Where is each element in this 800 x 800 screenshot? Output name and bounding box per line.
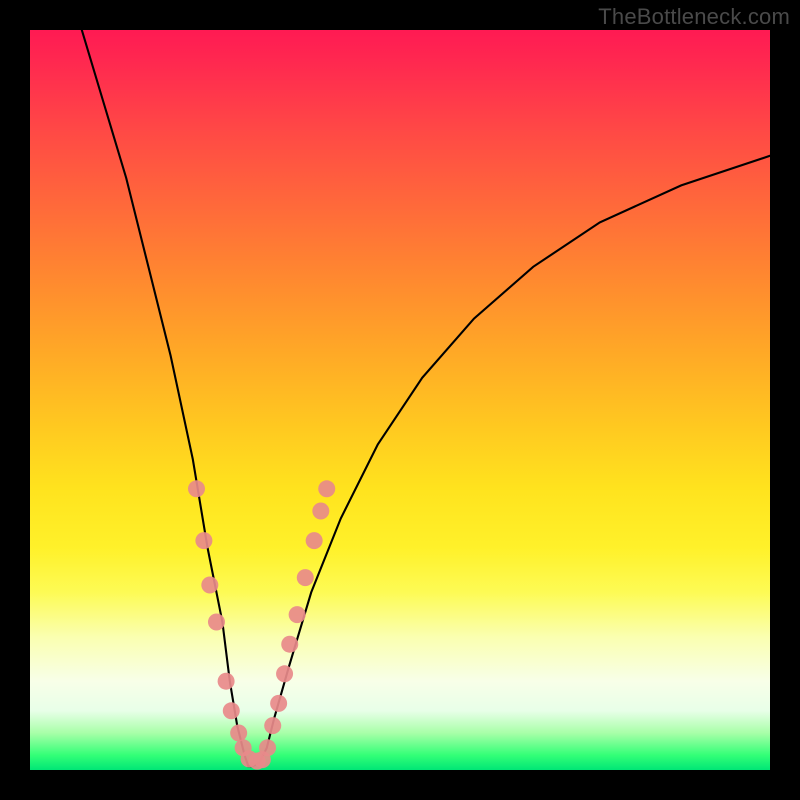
plot-area bbox=[30, 30, 770, 770]
data-point bbox=[312, 503, 329, 520]
data-point bbox=[195, 532, 212, 549]
data-point bbox=[270, 695, 287, 712]
data-point bbox=[218, 673, 235, 690]
data-point bbox=[264, 717, 281, 734]
data-point bbox=[259, 739, 276, 756]
data-point bbox=[208, 614, 225, 631]
data-point bbox=[318, 480, 335, 497]
data-point bbox=[188, 480, 205, 497]
data-point bbox=[223, 702, 240, 719]
data-point bbox=[230, 725, 247, 742]
bottleneck-curve bbox=[82, 30, 770, 766]
data-point bbox=[306, 532, 323, 549]
chart-frame: TheBottleneck.com bbox=[0, 0, 800, 800]
data-point bbox=[281, 636, 298, 653]
data-point bbox=[276, 665, 293, 682]
data-point bbox=[201, 577, 218, 594]
data-point bbox=[289, 606, 306, 623]
curve-layer bbox=[30, 30, 770, 770]
data-point bbox=[297, 569, 314, 586]
attribution-label: TheBottleneck.com bbox=[598, 4, 790, 30]
data-point-markers bbox=[188, 480, 335, 769]
